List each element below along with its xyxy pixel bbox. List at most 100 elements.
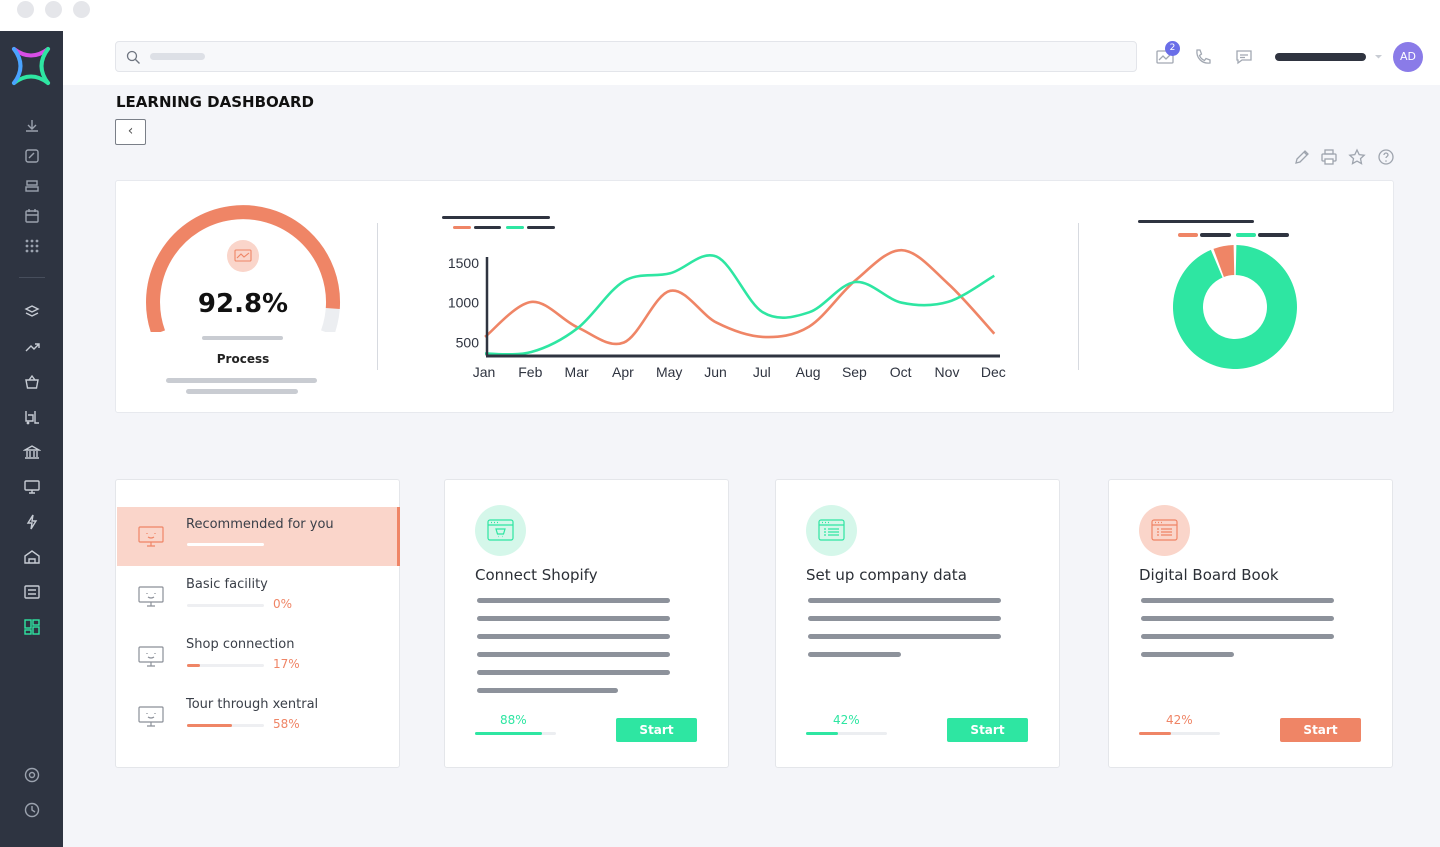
start-button[interactable]: Start	[947, 718, 1028, 742]
lightning-icon[interactable]	[23, 513, 41, 531]
window-close-button[interactable]	[17, 1, 34, 18]
chevron-down-icon[interactable]	[1374, 52, 1383, 61]
sidebar-divider	[19, 277, 45, 278]
legend-label-placeholder	[527, 226, 555, 229]
list-item-progress-track	[187, 604, 264, 607]
edit-note-icon[interactable]	[23, 147, 41, 165]
user-name[interactable]	[1275, 53, 1366, 61]
history-icon[interactable]	[23, 801, 41, 819]
donut-slice-0	[1172, 245, 1297, 370]
gauge-chart-icon	[227, 240, 259, 272]
list-item[interactable]: Tour through xentral 58%	[116, 687, 400, 747]
monitor-icon[interactable]	[23, 478, 41, 496]
phone-icon[interactable]	[1193, 47, 1213, 67]
star-icon[interactable]	[1348, 148, 1366, 166]
y-tick-label: 500	[456, 334, 480, 350]
x-tick-label: Dec	[981, 364, 1006, 380]
series-line-0	[484, 248, 996, 346]
download-icon[interactable]	[23, 117, 41, 135]
avatar[interactable]: AD	[1393, 42, 1423, 72]
x-tick-label: Oct	[890, 364, 912, 380]
trending-up-icon[interactable]	[23, 338, 41, 356]
task-title: Connect Shopify	[475, 566, 598, 584]
bank-icon[interactable]	[23, 443, 41, 461]
text-placeholder	[477, 616, 670, 621]
text-placeholder	[1141, 616, 1334, 621]
series-line-1	[484, 253, 995, 356]
start-button[interactable]: Start	[1280, 718, 1361, 742]
x-tick-label: May	[656, 364, 682, 380]
x-tick-label: Feb	[518, 364, 542, 380]
gauge-label: Process	[216, 352, 270, 366]
notification-badge: 2	[1165, 41, 1180, 56]
apps-grid-icon[interactable]	[23, 237, 41, 255]
pencil-icon[interactable]	[1293, 148, 1311, 166]
help-center-icon[interactable]	[23, 766, 41, 784]
text-placeholder	[166, 378, 317, 383]
task-progress-fill	[475, 732, 542, 735]
task-title: Digital Board Book	[1139, 566, 1279, 584]
chat-icon[interactable]	[1234, 47, 1254, 67]
panel-divider	[1078, 223, 1079, 370]
search-input[interactable]	[115, 41, 1137, 72]
help-icon[interactable]	[1377, 148, 1395, 166]
task-progress-fill	[806, 732, 838, 735]
start-button[interactable]: Start	[616, 718, 697, 742]
y-tick-label: 1500	[448, 255, 479, 271]
text-placeholder	[808, 616, 1001, 621]
task-progress-fill	[1139, 732, 1171, 735]
server-icon[interactable]	[23, 177, 41, 195]
x-tick-label: Jan	[473, 364, 496, 380]
warehouse-icon[interactable]	[23, 548, 41, 566]
book-list-icon	[1139, 505, 1190, 556]
dashboard-icon[interactable]	[23, 618, 41, 636]
chart-title-placeholder	[442, 216, 550, 219]
legend-swatch-orange	[1178, 233, 1198, 237]
list-item-progress-track	[187, 724, 264, 727]
gauge-subtitle-placeholder	[202, 336, 283, 340]
list-item-progress-fill	[187, 664, 201, 667]
x-tick-label: Mar	[565, 364, 589, 380]
legend-swatch-green	[506, 226, 524, 229]
text-placeholder	[477, 634, 670, 639]
list-item[interactable]: Basic facility 0%	[116, 567, 400, 627]
text-placeholder	[477, 688, 618, 693]
task-card-board-book: Digital Board Book 42% Start	[1108, 479, 1393, 768]
topbar: 2 AD	[63, 31, 1440, 85]
legend-label-placeholder	[1258, 233, 1289, 237]
text-placeholder	[808, 652, 901, 657]
legend-label-placeholder	[474, 226, 501, 229]
x-tick-label: Apr	[612, 364, 634, 380]
text-placeholder	[1141, 652, 1234, 657]
task-title: Set up company data	[806, 566, 967, 584]
list-item-title: Recommended for you	[186, 517, 334, 532]
text-placeholder	[1141, 598, 1334, 603]
x-tick-label: Jun	[704, 364, 727, 380]
xentral-logo[interactable]	[10, 45, 52, 87]
text-placeholder	[808, 598, 1001, 603]
gauge-value: 92.8%	[197, 289, 289, 319]
settings-sliders-icon[interactable]	[23, 583, 41, 601]
x-tick-label: Sep	[842, 364, 867, 380]
task-card-connect-shopify: Connect Shopify 88% Start	[444, 479, 729, 768]
monitor-smile-icon	[138, 526, 164, 547]
layers-icon[interactable]	[23, 303, 41, 321]
list-item[interactable]: Shop connection 17%	[116, 627, 400, 687]
back-button[interactable]: ‹	[115, 119, 146, 145]
monthly-line-chart: 500 1000 1500 Jan Feb Mar Apr May Jun Jul Aug Sep Oc…	[448, 248, 1006, 380]
donut-chart	[1172, 245, 1297, 370]
task-progress-track	[806, 732, 887, 735]
list-item[interactable]: Recommended for you	[116, 507, 400, 567]
x-tick-label: Jul	[753, 364, 771, 380]
calendar-icon[interactable]	[23, 207, 41, 225]
y-tick-label: 1000	[448, 295, 479, 311]
forklift-icon[interactable]	[23, 408, 41, 426]
task-percent: 42%	[833, 713, 860, 727]
list-item-percent: 17%	[273, 657, 300, 671]
list-item-percent: 0%	[273, 597, 293, 611]
window-maximize-button[interactable]	[73, 1, 90, 18]
basket-icon[interactable]	[23, 373, 41, 391]
task-percent: 42%	[1166, 713, 1193, 727]
print-icon[interactable]	[1320, 148, 1338, 166]
window-minimize-button[interactable]	[45, 1, 62, 18]
